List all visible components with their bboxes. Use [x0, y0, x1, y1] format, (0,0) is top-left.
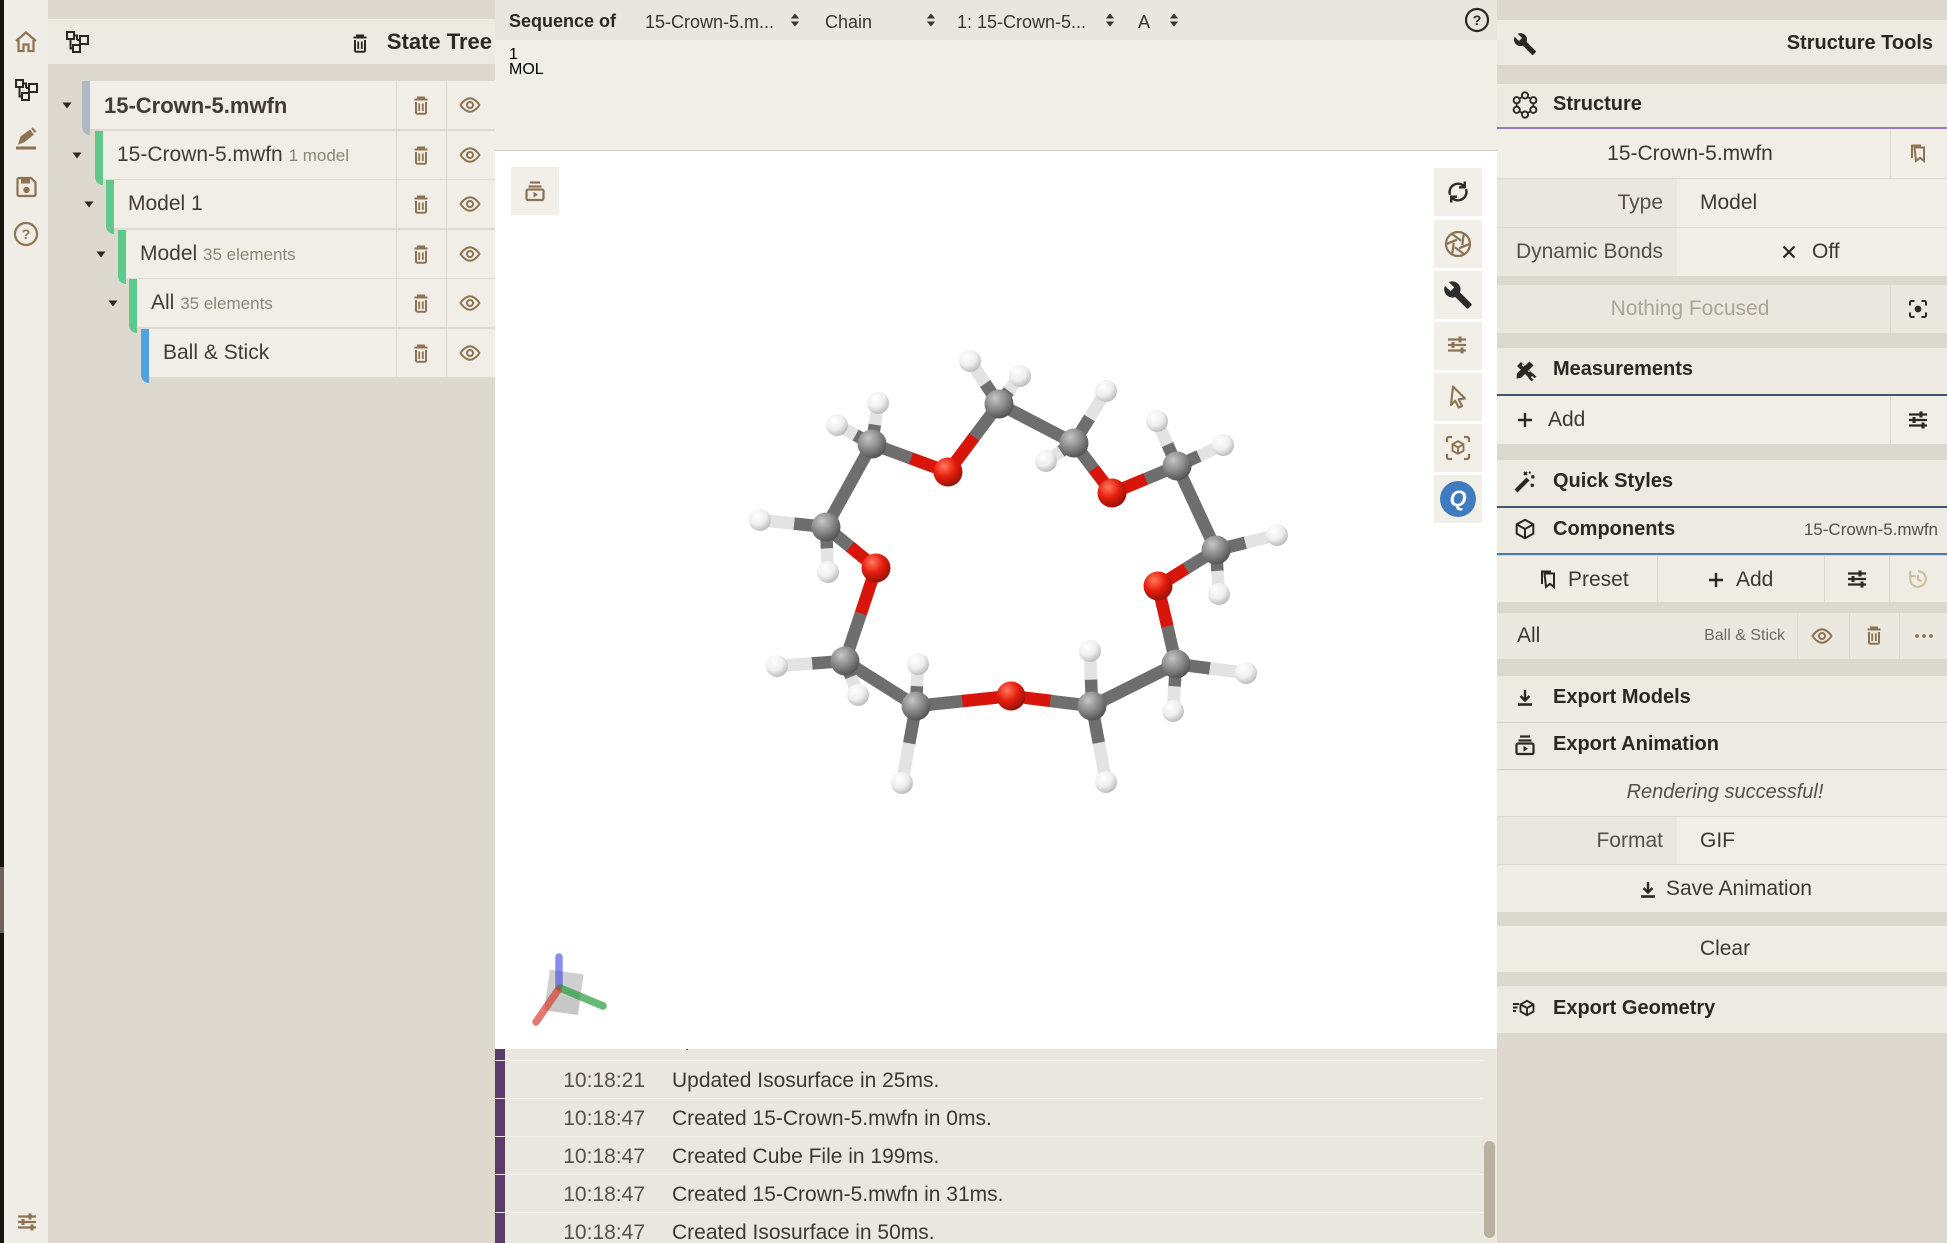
svg-text:?: ?	[22, 226, 31, 242]
svg-text:?: ?	[1473, 12, 1482, 28]
